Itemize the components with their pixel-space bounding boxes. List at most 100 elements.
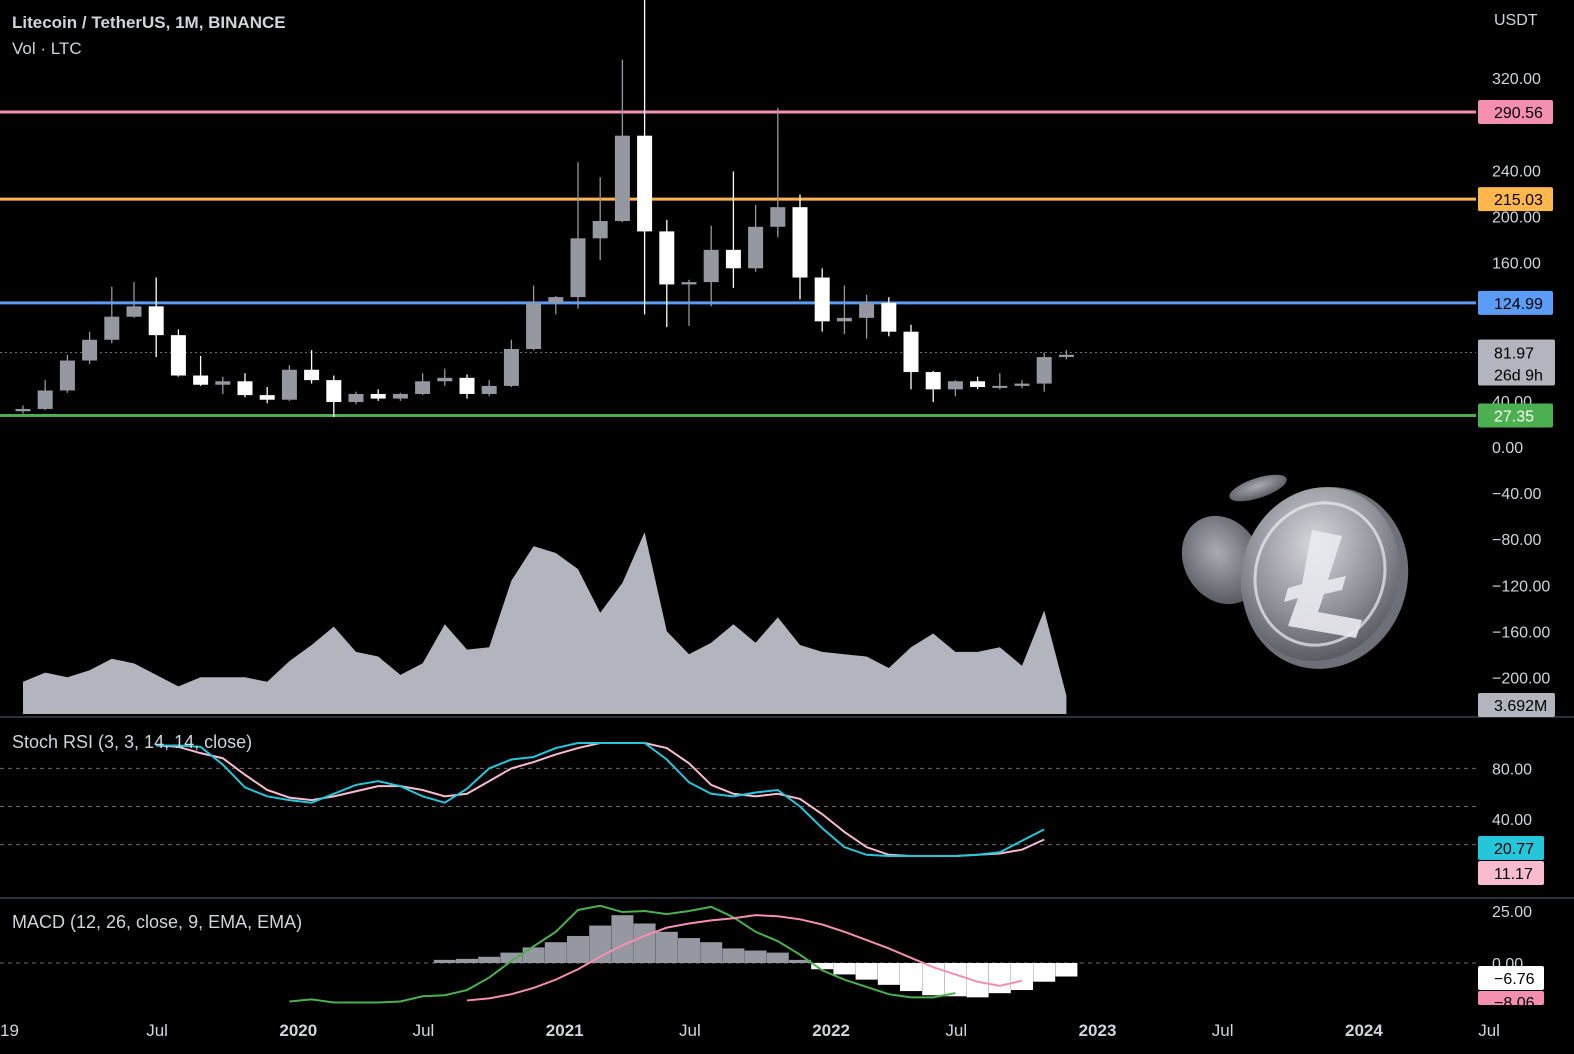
level-badge-label: 124.99: [1494, 296, 1543, 313]
time-axis-label: Jul: [1212, 1021, 1234, 1040]
candle-body: [37, 390, 53, 409]
price-tick-label: 240.00: [1492, 163, 1541, 180]
candle-body: [481, 385, 497, 394]
candle-body: [193, 375, 209, 385]
price-axis-unit: USDT: [1494, 12, 1538, 29]
macd-histogram-bar: [522, 947, 545, 963]
macd-histogram-bar: [544, 942, 567, 963]
macd-histogram-bar: [1055, 963, 1078, 977]
candle-body: [1036, 357, 1052, 384]
candle-body: [881, 302, 897, 332]
macd-histogram-bar: [855, 963, 878, 980]
stoch-rsi-title[interactable]: Stoch RSI (3, 3, 14, 14, close): [12, 732, 252, 753]
candle-body: [725, 249, 741, 269]
macd-histogram-bar: [877, 963, 900, 985]
chart-root: USDT 320.00 240.00 200.00 160.00 40.00 0.00 −40…: [0, 0, 1574, 1054]
litecoin-coin-icon: [1181, 474, 1409, 669]
macd-histogram-bar: [678, 938, 700, 963]
candle-body: [792, 207, 808, 278]
macd-histogram-bar: [833, 963, 856, 975]
candle-body: [637, 135, 653, 232]
macd-histogram-bar: [744, 950, 767, 963]
macd-histogram-bar: [433, 959, 456, 963]
macd-histogram-bar: [944, 963, 967, 997]
last-price-label: 81.97: [1494, 345, 1534, 362]
signal-value-label: −8.06: [1494, 995, 1535, 1012]
candle-body: [748, 226, 764, 269]
macd-histogram-bar: [700, 942, 723, 963]
price-tick-label: 320.00: [1492, 71, 1541, 88]
macd-histogram-bar: [478, 956, 501, 963]
macd-histogram-bar: [722, 948, 745, 963]
stoch-k-line: [156, 742, 1045, 858]
candle-body: [59, 360, 75, 391]
price-tick-label: 200.00: [1492, 209, 1541, 226]
time-axis-label: Jul: [146, 1021, 168, 1040]
macd-histogram-bar: [633, 923, 656, 963]
stoch-d-label: 11.17: [1494, 866, 1533, 883]
candle-body: [326, 380, 342, 403]
time-axis-label: 2022: [812, 1021, 850, 1040]
stoch-tick-label: 80.00: [1492, 761, 1532, 778]
candle-body: [392, 393, 408, 399]
candle-body: [104, 316, 120, 340]
volume-legend[interactable]: Vol · LTC: [12, 39, 82, 59]
macd-histogram-bar: [1011, 963, 1033, 991]
candle-body: [947, 381, 963, 390]
time-axis-label: 2023: [1079, 1021, 1117, 1040]
macd-tick-label: 25.00: [1492, 904, 1532, 921]
price-tick-label: −200.00: [1492, 671, 1550, 688]
stoch-tick-label: 40.00: [1492, 812, 1532, 829]
macd-value-label: −6.76: [1494, 971, 1535, 988]
candle-body: [82, 339, 98, 361]
candle-body: [126, 306, 142, 317]
level-badge-label: 27.35: [1494, 408, 1534, 425]
macd-histogram-bar: [655, 931, 678, 963]
time-axis-label: 2024: [1345, 1021, 1383, 1040]
candle-body: [814, 277, 830, 322]
candle-body: [370, 393, 386, 399]
macd-histogram-bar: [766, 952, 789, 963]
candle-body: [1058, 354, 1074, 358]
candle-body: [15, 408, 31, 412]
price-tick-label: −120.00: [1492, 578, 1550, 595]
candle-body: [1014, 383, 1030, 386]
stoch-k-label: 20.77: [1494, 841, 1534, 858]
candle-body: [592, 221, 608, 239]
macd-histogram-bar: [567, 935, 589, 963]
price-tick-label: 160.00: [1492, 256, 1541, 273]
candle-body: [348, 393, 364, 403]
time-axis-label: 19: [0, 1021, 19, 1040]
candle-body: [836, 317, 852, 322]
bar-countdown: 26d 9h: [1494, 367, 1543, 384]
candle-body: [970, 381, 986, 388]
symbol-title[interactable]: Litecoin / TetherUS, 1M, BINANCE: [12, 13, 286, 33]
time-axis-label: 2020: [279, 1021, 317, 1040]
level-badge-label: 290.56: [1494, 105, 1543, 122]
candle-body: [548, 297, 564, 303]
candle-body: [259, 395, 275, 400]
price-tick-label: −160.00: [1492, 624, 1550, 641]
time-axis-label: Jul: [413, 1021, 435, 1040]
candle-body: [526, 302, 542, 349]
candle-body: [281, 369, 297, 400]
candle-body: [703, 249, 719, 283]
price-tick-label: −80.00: [1492, 532, 1541, 549]
candle-body: [903, 331, 919, 373]
level-badge-label: 215.03: [1494, 192, 1543, 209]
time-axis-label: Jul: [945, 1021, 967, 1040]
macd-histogram-bar: [611, 915, 634, 963]
candle-body: [614, 135, 630, 222]
price-tick-label: −40.00: [1492, 486, 1541, 503]
volume-badge-label: 3.692M: [1494, 698, 1547, 715]
time-axis-label: 2021: [546, 1021, 584, 1040]
candle-body: [148, 306, 164, 336]
macd-histogram-bar: [456, 958, 478, 963]
macd-title[interactable]: MACD (12, 26, close, 9, EMA, EMA): [12, 912, 302, 933]
candle-body: [859, 302, 875, 318]
candle-body: [415, 381, 431, 394]
candle-body: [437, 377, 453, 382]
time-axis-label: Jul: [1478, 1021, 1500, 1040]
macd-histogram-bar: [900, 963, 922, 992]
candle-body: [237, 381, 253, 396]
